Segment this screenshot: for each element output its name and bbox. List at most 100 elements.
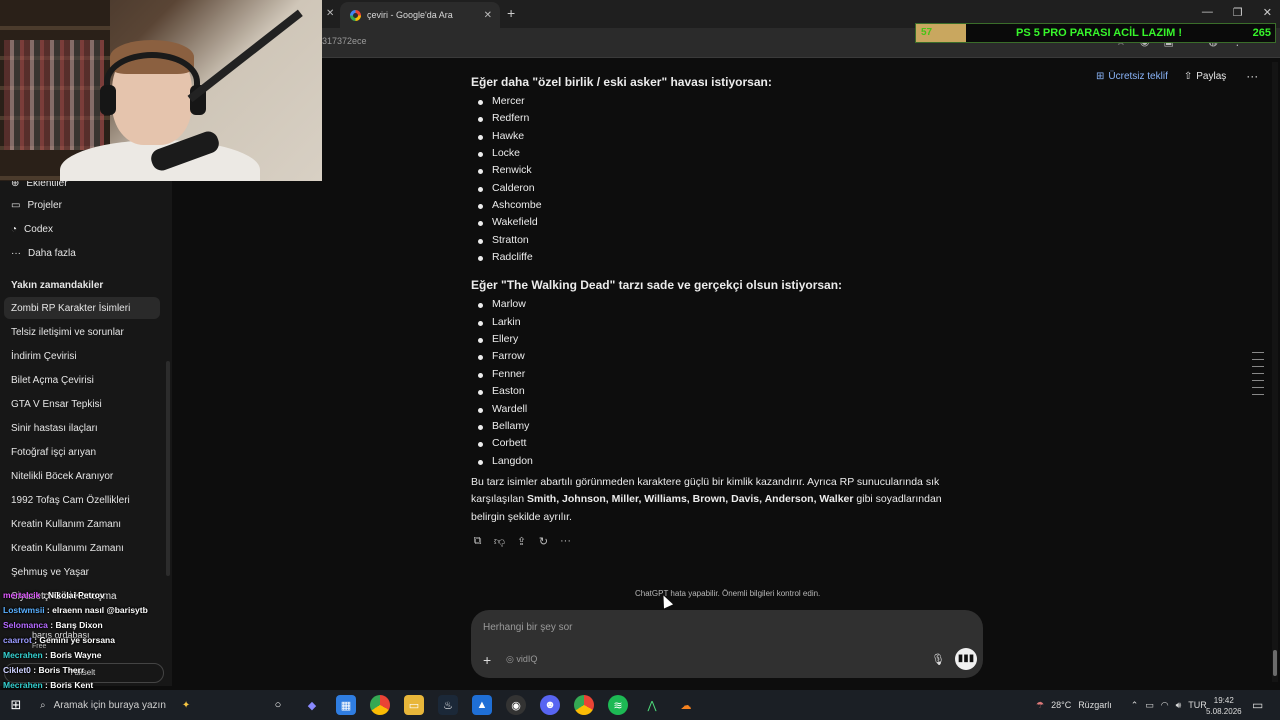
sidebar-item-label: Projeler xyxy=(27,200,62,211)
sidebar-recent-item[interactable]: GTA V Ensar Tepkisi xyxy=(4,393,160,415)
store-icon[interactable]: ▦ xyxy=(336,695,356,715)
chat-text: Boris Therr xyxy=(38,665,85,675)
sidebar-recent-item[interactable]: İndirim Çevirisi xyxy=(4,345,160,367)
app-icon[interactable]: ⋀ xyxy=(642,695,662,715)
gift-icon: ⊞ xyxy=(1096,70,1105,82)
cortana-icon[interactable]: ○ xyxy=(268,695,288,715)
temperature[interactable]: 28°C xyxy=(1051,700,1071,710)
list-item: Calderon xyxy=(478,180,976,197)
sparkle-icon: ✦ xyxy=(181,699,191,711)
share-label: Paylaş xyxy=(1196,70,1227,82)
sidebar-item-label: Codex xyxy=(24,224,53,235)
taskbar-search[interactable]: ⌕ Aramak için buraya yazın ✦ xyxy=(32,690,232,720)
taskbar-clock[interactable]: 19:42 5.08.2026 xyxy=(1206,695,1242,717)
chat-username: Lostwmsii xyxy=(3,605,45,615)
headset xyxy=(104,52,200,112)
close-tab-icon[interactable]: ✕ xyxy=(326,8,334,19)
browser-tab[interactable]: çeviri - Google'da Ara ✕ xyxy=(340,2,500,28)
paragraph-bold: Smith, Johnson, Miller, Williams, Brown,… xyxy=(527,493,854,506)
sidebar-recent-item[interactable]: Kreatin Kullanım Zamanı xyxy=(4,513,160,535)
spotify-icon[interactable]: ≋ xyxy=(608,695,628,715)
sidebar-recent-item[interactable]: Kreatin Kullanımı Zamanı xyxy=(4,537,160,559)
sidebar-scrollbar[interactable] xyxy=(166,361,170,576)
url-text[interactable]: 317372ece xyxy=(322,36,367,46)
chat-text: Boris Wayne xyxy=(50,650,102,660)
prompt-input[interactable] xyxy=(483,622,883,633)
steam-icon[interactable]: ♨ xyxy=(438,695,458,715)
minimize-icon[interactable]: — xyxy=(1202,6,1213,19)
weather-icon[interactable]: ☂ xyxy=(1036,700,1044,711)
list-item: Stratton xyxy=(478,232,976,249)
more-icon[interactable]: ··· xyxy=(559,535,572,548)
chat-message: Lostwmsii : elraenn nasıl @barisytb xyxy=(3,605,148,615)
donation-title: PS 5 PRO PARASI ACİL LAZIM ! xyxy=(1016,27,1183,39)
more-options-icon[interactable]: ··· xyxy=(1246,69,1258,83)
sidebar-item-projects[interactable]: ▭ Projeler xyxy=(11,200,62,211)
cloud-icon[interactable]: ☁ xyxy=(676,695,696,715)
sidebar-recent-item[interactable]: Sinir hastası ilaçları xyxy=(4,417,160,439)
sidebar-recent-item[interactable]: Zombi RP Karakter İsimleri xyxy=(4,297,160,319)
close-window-icon[interactable]: ✕ xyxy=(1263,6,1272,19)
maximize-icon[interactable]: ❐ xyxy=(1233,6,1243,19)
regenerate-icon[interactable]: ↻ xyxy=(537,535,550,548)
sidebar-recent-item[interactable]: Şehmuş ve Yaşar xyxy=(4,561,160,583)
list-item: Easton xyxy=(478,383,976,400)
recent-heading: Yakın zamandakiler xyxy=(11,280,104,291)
network-icon[interactable]: ▭ xyxy=(1145,700,1154,711)
app-icon[interactable]: ◆ xyxy=(302,695,322,715)
free-offer-button[interactable]: ⊞ Ücretsiz teklif xyxy=(1096,71,1168,82)
chrome-icon[interactable] xyxy=(370,695,390,715)
new-tab-button[interactable]: + xyxy=(507,5,515,21)
page-scrollbar[interactable] xyxy=(1272,62,1278,682)
chat-username: mertalcik xyxy=(3,590,41,600)
obs-icon[interactable]: ◉ xyxy=(506,695,526,715)
thumbs-down-icon[interactable]: 👎︎ xyxy=(493,535,506,548)
sidebar-recent-item[interactable]: Telsiz iletişimi ve sorunlar xyxy=(4,321,160,343)
conversation-minimap[interactable] xyxy=(1252,352,1264,395)
more-icon: ··· xyxy=(11,248,21,259)
page-scrollbar-thumb[interactable] xyxy=(1273,650,1277,676)
windows-start-icon[interactable]: ⊞ xyxy=(0,697,32,713)
wifi-icon[interactable]: ◠ xyxy=(1161,700,1169,711)
notification-icon[interactable]: ▭ xyxy=(1252,698,1263,712)
add-attachment-button[interactable]: + xyxy=(483,652,491,668)
free-offer-label: Ücretsiz teklif xyxy=(1108,70,1168,82)
weather-text[interactable]: Rüzgarlı xyxy=(1078,700,1112,710)
sidebar-recent-item[interactable]: Bilet Açma Çevirisi xyxy=(4,369,160,391)
chat-message: mertalcik : Nikolai Petrov xyxy=(3,590,105,600)
donation-current: 57 xyxy=(921,27,933,38)
discord-icon[interactable]: ☻ xyxy=(540,695,560,715)
microphone-icon[interactable]: 🎙︎ xyxy=(931,653,945,666)
sidebar-item-more[interactable]: ··· Daha fazla xyxy=(11,248,76,259)
folder-icon: ▭ xyxy=(11,200,21,211)
chat-username: Selomanca xyxy=(3,620,48,630)
vidiq-tool-chip[interactable]: ◎ vidIQ xyxy=(506,654,537,665)
sidebar-item-label: Daha fazla xyxy=(28,248,76,259)
file-explorer-icon[interactable]: ▭ xyxy=(404,695,424,715)
name-list: Marlow Larkin Ellery Farrow Fenner Easton Ward… xyxy=(471,296,976,469)
taskbar-search-placeholder: Aramak için buraya yazın xyxy=(53,699,166,711)
voice-mode-button[interactable]: ▮▮▮ xyxy=(955,648,977,670)
system-tray: ☂ 28°C Rüzgarlı ⌃ ▭ ◠ 🔊︎ TUR xyxy=(1036,690,1207,720)
chat-username: Mecrahen xyxy=(3,650,43,660)
list-item: Radcliffe xyxy=(478,249,976,266)
close-tab-icon[interactable]: ✕ xyxy=(484,10,492,21)
sidebar-recent-item[interactable]: 1992 Tofaş Cam Özellikleri xyxy=(4,489,160,511)
app-icon[interactable]: ▲ xyxy=(472,695,492,715)
list-item: Farrow xyxy=(478,348,976,365)
chat-message: caarrot : Gemini ye sorsana xyxy=(3,635,115,645)
volume-icon[interactable]: 🔊︎ xyxy=(1176,700,1182,711)
copy-icon[interactable]: ⧉ xyxy=(471,535,484,548)
chrome-icon[interactable] xyxy=(574,695,594,715)
chat-username: caarrot xyxy=(3,635,32,645)
sidebar-recent-item[interactable]: Nitelikli Böcek Aranıyor xyxy=(4,465,160,487)
share-icon[interactable]: ⇪ xyxy=(515,535,528,548)
language-indicator[interactable]: TUR xyxy=(1188,700,1207,710)
chevron-up-icon[interactable]: ⌃ xyxy=(1131,700,1139,711)
headset-ear-left xyxy=(100,85,116,115)
sidebar-recent-item[interactable]: Fotoğraf işçi arıyan xyxy=(4,441,160,463)
search-icon: ⌕ xyxy=(40,699,46,711)
sidebar-item-codex[interactable]: ◔ Codex xyxy=(11,224,53,235)
share-button[interactable]: ⇧ Paylaş xyxy=(1184,71,1226,82)
list-item: Bellamy xyxy=(478,418,976,435)
